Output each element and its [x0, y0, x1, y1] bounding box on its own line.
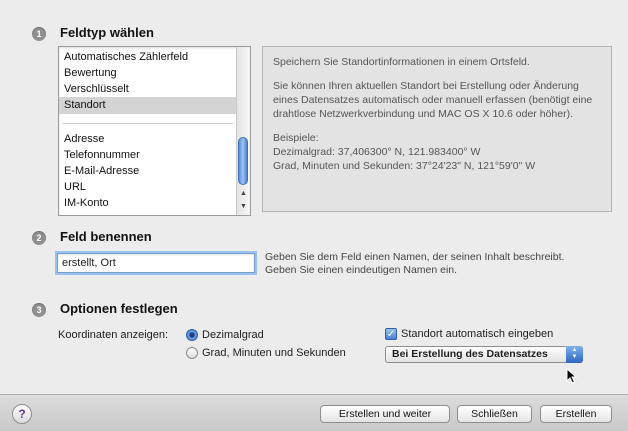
description-examples-title: Beispiele: — [273, 132, 319, 144]
section-title-choose-type: Feldtyp wählen — [60, 25, 154, 40]
field-type-description: Speichern Sie Standortinformationen in e… — [262, 46, 612, 212]
scroll-down-icon[interactable]: ▼ — [237, 200, 250, 213]
auto-location-popup[interactable]: Bei Erstellung des Datensatzes ▲ ▼ — [385, 346, 583, 363]
section-title-name-field: Feld benennen — [60, 229, 152, 244]
auto-location-label[interactable]: Standort automatisch eingeben — [401, 328, 553, 340]
mouse-pointer-icon — [566, 368, 578, 384]
list-item[interactable]: Telefonnummer — [64, 149, 140, 161]
radio-dms-label[interactable]: Grad, Minuten und Sekunden — [202, 347, 346, 359]
section-title-options: Optionen festlegen — [60, 301, 178, 316]
auto-location-checkbox[interactable]: ✓ — [385, 328, 397, 340]
create-button[interactable]: Erstellen — [540, 405, 612, 423]
field-name-hint: Geben Sie dem Feld einen Namen, der sein… — [265, 251, 565, 276]
help-button[interactable]: ? — [12, 404, 32, 424]
description-intro: Speichern Sie Standortinformationen in e… — [273, 56, 530, 68]
step-number-3: 3 — [32, 303, 46, 317]
list-scrollbar[interactable]: ▲ ▼ — [236, 47, 250, 215]
popup-value: Bei Erstellung des Datensatzes — [392, 348, 548, 360]
field-type-list[interactable]: Automatisches Zählerfeld Bewertung Versc… — [58, 46, 251, 216]
radio-decimal-degrees[interactable] — [186, 329, 198, 341]
list-item-selected[interactable]: Standort — [64, 99, 106, 111]
radio-dms[interactable] — [186, 347, 198, 359]
popup-arrows-icon: ▲ ▼ — [566, 346, 583, 363]
description-example-decimal: Dezimalgrad: 37,406300° N, 121.983400° W — [273, 146, 481, 158]
coordinates-label: Koordinaten anzeigen: — [58, 329, 169, 341]
scroll-up-icon[interactable]: ▲ — [237, 187, 250, 200]
close-button[interactable]: Schließen — [457, 405, 532, 423]
list-separator — [63, 123, 233, 124]
radio-decimal-label[interactable]: Dezimalgrad — [202, 329, 264, 341]
list-item[interactable]: Automatisches Zählerfeld — [64, 51, 188, 63]
scrollbar-thumb[interactable] — [238, 137, 248, 185]
step-number-2: 2 — [32, 231, 46, 245]
step-number-1: 1 — [32, 27, 46, 41]
description-example-dms: Grad, Minuten und Sekunden: 37°24'23" N,… — [273, 160, 536, 172]
create-and-continue-button[interactable]: Erstellen und weiter — [320, 405, 450, 423]
list-item[interactable]: URL — [64, 181, 86, 193]
bottom-bar: ? Erstellen und weiter Schließen Erstell… — [0, 394, 628, 431]
list-item[interactable]: E-Mail-Adresse — [64, 165, 139, 177]
description-detail: Sie können Ihren aktuellen Standort bei … — [273, 80, 593, 120]
list-item[interactable]: IM-Konto — [64, 197, 109, 209]
list-item[interactable]: Verschlüsselt — [64, 83, 129, 95]
field-name-input[interactable]: erstellt, Ort — [57, 253, 255, 273]
list-item[interactable]: Adresse — [64, 133, 104, 145]
list-item[interactable]: Bewertung — [64, 67, 117, 79]
